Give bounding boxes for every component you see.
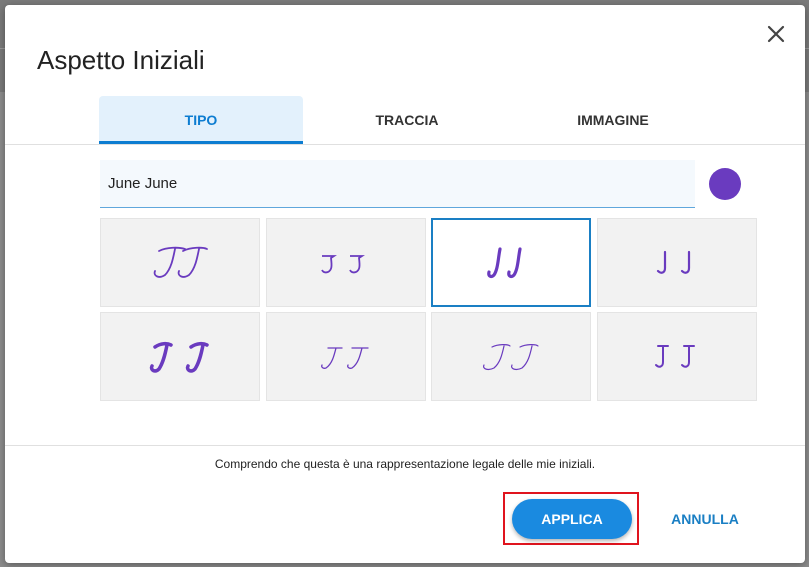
close-icon [767,25,785,43]
style-option[interactable] [597,218,757,307]
style-option[interactable] [431,312,591,401]
initials-preview [149,341,209,373]
name-input[interactable] [100,160,695,208]
style-option[interactable] [100,218,260,307]
initials-dialog: Aspetto Iniziali TIPO TRACCIA IMMAGINE J… [5,5,805,563]
legal-text: Comprendo che questa è una rappresentazi… [214,457,596,471]
initials-preview [483,343,539,370]
dialog-title: Aspetto Iniziali [37,45,205,75]
initials-preview [487,246,522,278]
color-picker-button[interactable] [709,168,741,200]
initials-preview [321,254,365,273]
tab-traccia[interactable]: TRACCIA [305,96,509,144]
tab-bar: TIPO TRACCIA IMMAGINE [99,96,715,145]
style-option[interactable] [597,312,757,401]
footer-divider [5,445,805,446]
style-option-selected[interactable] [431,218,591,307]
tabs-divider [5,144,805,145]
style-option[interactable] [266,218,426,307]
cancel-button[interactable]: ANNULLA [665,499,745,539]
initials-preview [153,246,208,278]
initials-preview [655,344,695,368]
tab-tipo[interactable]: TIPO [99,96,303,145]
tab-immagine[interactable]: IMMAGINE [511,96,715,144]
initials-preview [321,346,369,369]
style-option[interactable] [266,312,426,401]
apply-button[interactable]: APPLICA [512,499,632,539]
initials-preview [656,250,691,274]
close-button[interactable] [763,21,789,47]
initials-style-grid [100,218,758,402]
style-option[interactable] [100,312,260,401]
